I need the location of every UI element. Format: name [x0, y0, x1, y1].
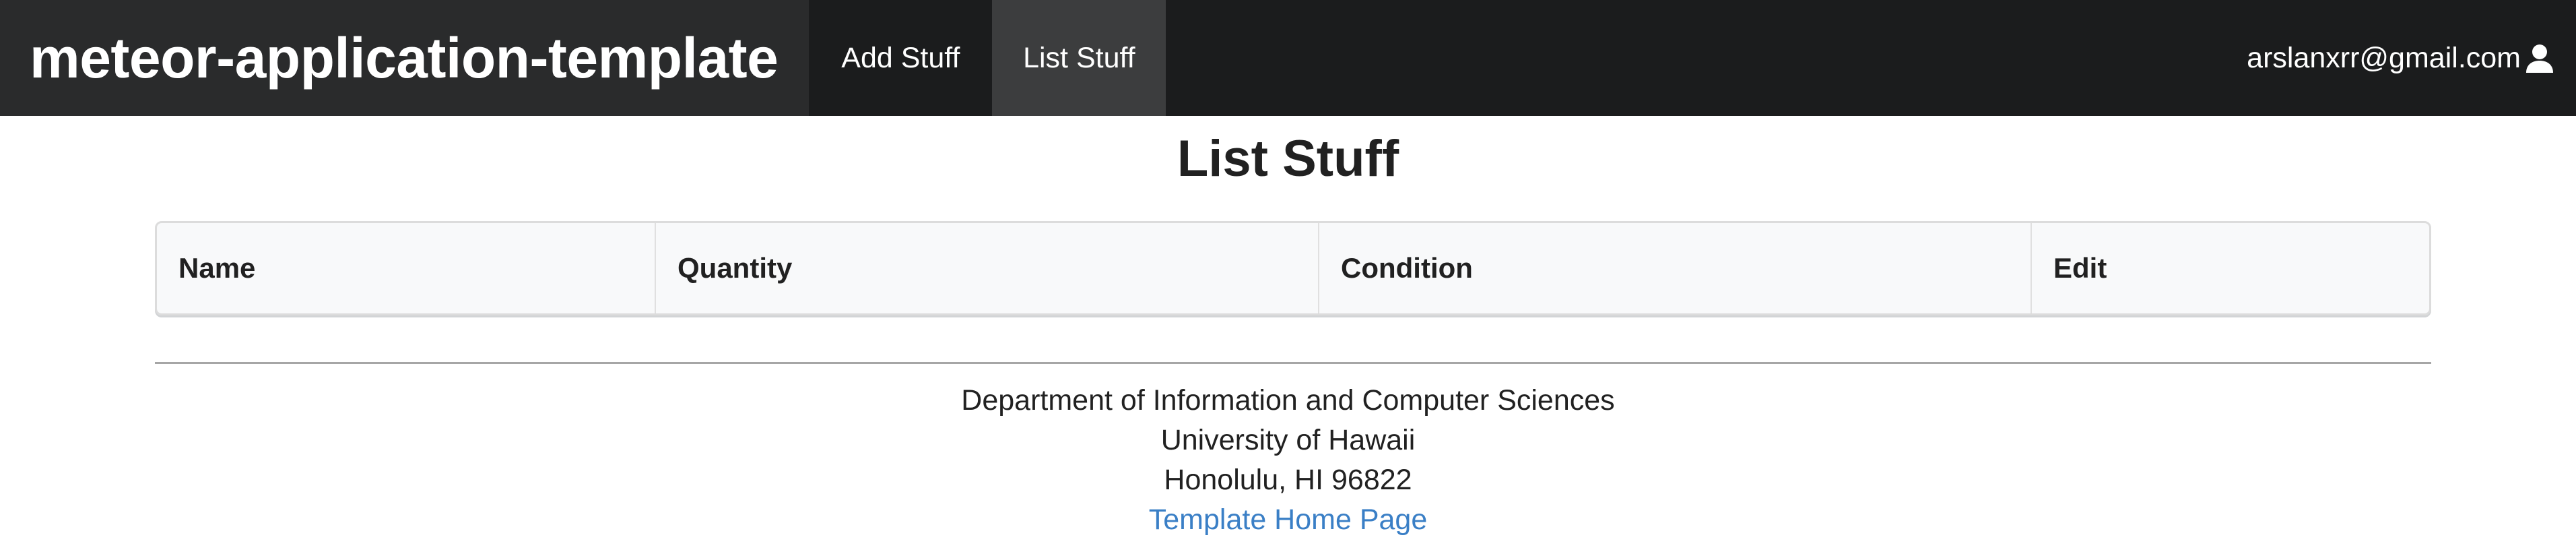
footer-university: University of Hawaii — [1160, 424, 1416, 456]
page-title: List Stuff — [1177, 130, 1399, 187]
user-email: arslanxrr@gmail.com — [2247, 41, 2521, 74]
footer-address: Honolulu, HI 96822 — [1164, 464, 1412, 496]
footer: Department of Information and Computer S… — [0, 381, 2576, 540]
column-header-name: Name — [157, 223, 656, 313]
stuff-table: Name Quantity Condition Edit — [155, 221, 2431, 315]
column-header-edit: Edit — [2053, 252, 2107, 284]
column-header-quantity: Quantity — [655, 223, 1319, 313]
top-navbar: meteor-application-template Add Stuff Li… — [0, 0, 2576, 116]
column-header-condition: Condition — [1319, 223, 2032, 313]
footer-department: Department of Information and Computer S… — [961, 384, 1615, 417]
brand-logo-link[interactable]: meteor-application-template — [0, 0, 810, 116]
template-home-page-link[interactable]: Template Home Page — [1149, 503, 1428, 536]
footer-divider — [155, 362, 2431, 364]
user-menu-dropdown[interactable]: arslanxrr@gmail.com — [2247, 0, 2576, 116]
nav-list-stuff[interactable]: List Stuff — [992, 0, 1166, 116]
user-icon — [2523, 42, 2556, 74]
table-header-row: Name Quantity Condition Edit — [157, 223, 2429, 313]
navbar-spacer — [1166, 0, 2247, 116]
nav-add-stuff[interactable]: Add Stuff — [809, 0, 992, 116]
